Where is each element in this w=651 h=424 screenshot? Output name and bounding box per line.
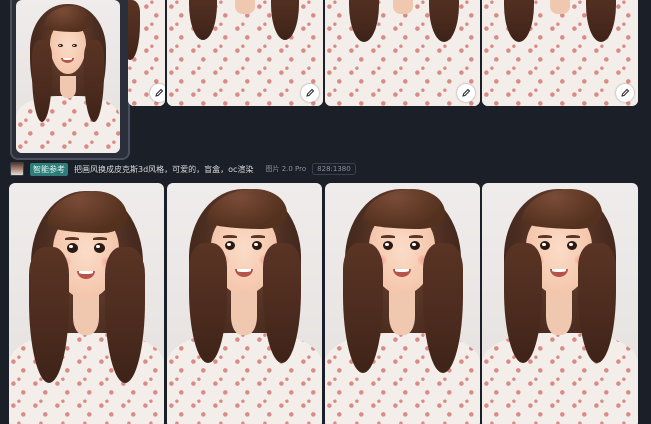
left-eye — [383, 241, 393, 250]
pencil-icon — [155, 88, 164, 97]
left-brow — [65, 237, 79, 240]
image-generation-canvas: 智能参考 把画风换成皮克斯3d风格，可爱的，盲盒，oc渲染 图片 2.0 Pro… — [0, 0, 651, 424]
shirt — [16, 96, 120, 153]
hair-fringe — [47, 191, 127, 233]
pencil-icon — [621, 88, 630, 97]
right-eye — [72, 44, 77, 47]
shirt — [167, 333, 322, 424]
edit-button[interactable] — [150, 84, 165, 102]
neck — [546, 289, 572, 335]
left-brow — [223, 235, 237, 238]
result-image-3[interactable] — [325, 183, 480, 424]
neck — [393, 0, 413, 14]
right-eye — [410, 241, 420, 250]
right-eye — [94, 243, 105, 253]
photo-thumbnail-2[interactable] — [128, 0, 165, 106]
generation-info-row: 智能参考 把画风换成皮克斯3d风格，可爱的，盲盒，oc渲染 图片 2.0 Pro… — [10, 161, 356, 177]
aspect-ratio-badge: 828:1380 — [312, 163, 356, 175]
left-eye — [225, 241, 235, 250]
photo-thumbnail-3[interactable] — [167, 0, 323, 106]
prompt-text: 把画风换成皮克斯3d风格，可爱的，盲盒，oc渲染 — [74, 164, 254, 174]
right-brow — [93, 237, 107, 240]
left-eye — [67, 243, 78, 253]
reference-image-icon[interactable] — [10, 162, 24, 176]
left-brow — [538, 235, 552, 238]
left-eye — [540, 241, 550, 250]
hair-fringe — [363, 189, 445, 229]
pencil-icon — [306, 88, 315, 97]
pencil-icon — [462, 88, 471, 97]
result-image-4[interactable] — [482, 183, 638, 424]
photo-thumbnail-4[interactable] — [325, 0, 480, 106]
right-eye — [252, 241, 262, 250]
neck — [550, 0, 570, 14]
neck — [389, 289, 415, 335]
neck — [231, 289, 257, 335]
original-photo-thumbnail[interactable] — [16, 0, 120, 153]
neck — [60, 76, 76, 98]
right-brow — [409, 235, 423, 238]
smart-reference-tag[interactable]: 智能参考 — [30, 162, 68, 176]
right-eye — [567, 241, 577, 250]
result-image-1[interactable] — [9, 183, 164, 424]
edit-button[interactable] — [457, 84, 475, 102]
right-brow — [566, 235, 580, 238]
model-label: 图片 2.0 Pro — [265, 165, 307, 173]
edit-button[interactable] — [616, 84, 634, 102]
result-image-2[interactable] — [167, 183, 322, 424]
neck — [235, 0, 255, 14]
photo-thumbnail-5[interactable] — [482, 0, 638, 106]
right-brow — [251, 235, 265, 238]
shirt — [482, 333, 638, 424]
edit-button[interactable] — [301, 84, 319, 102]
left-brow — [381, 235, 395, 238]
left-eye — [58, 44, 63, 47]
